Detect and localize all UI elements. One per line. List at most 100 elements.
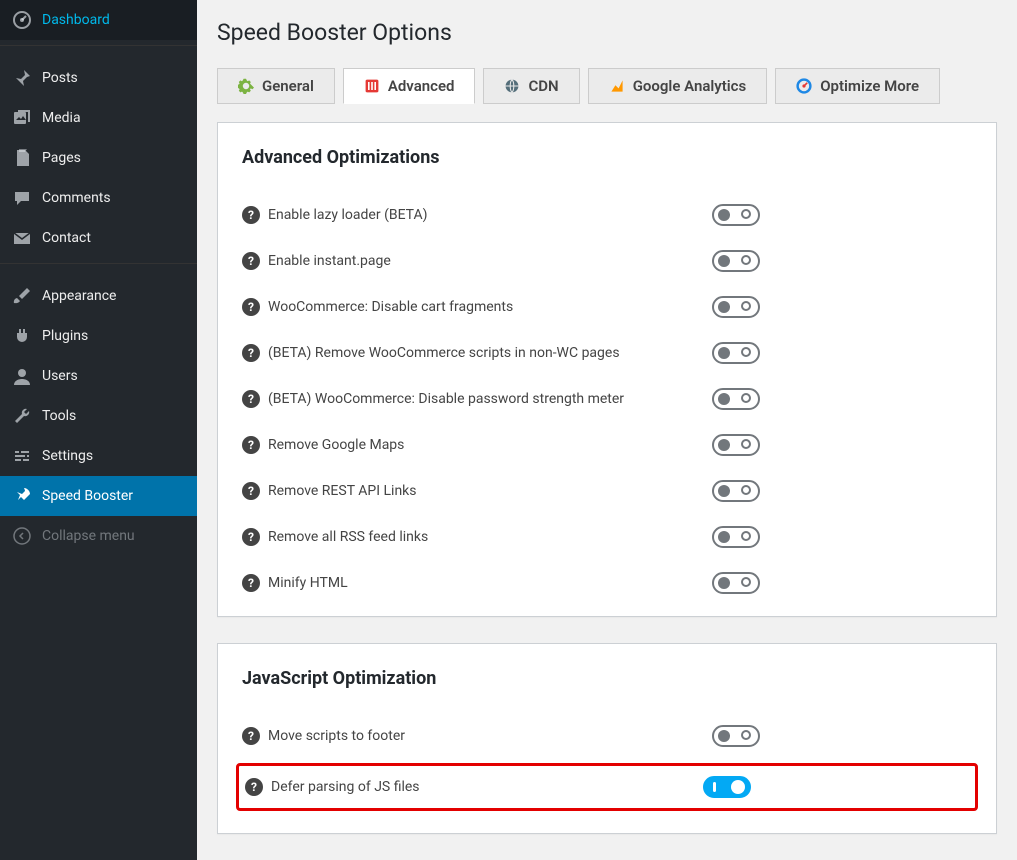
admin-sidebar: Dashboard Posts Media Pages Comments Con… [0,0,197,860]
sidebar-item-collapse[interactable]: Collapse menu [0,516,197,556]
help-icon[interactable]: ? [242,390,260,408]
help-icon[interactable]: ? [245,778,263,796]
option-minify-html: ? Minify HTML [242,560,972,606]
sidebar-item-label: Speed Booster [42,488,133,504]
option-move-scripts-footer: ? Move scripts to footer [242,713,972,759]
tab-label: CDN [528,77,558,95]
sidebar-item-users[interactable]: Users [0,356,197,396]
option-remove-rss-links: ? Remove all RSS feed links [242,514,972,560]
option-remove-rest-links: ? Remove REST API Links [242,468,972,514]
panel-title: JavaScript Optimization [242,668,972,689]
option-label: ? Move scripts to footer [242,727,712,745]
rocket-icon [12,486,32,506]
globe-icon [504,78,520,94]
sidebar-item-posts[interactable]: Posts [0,58,197,98]
option-label: ? Minify HTML [242,574,712,592]
tab-label: Advanced [388,77,455,95]
option-label: ? Remove all RSS feed links [242,528,712,546]
sidebar-item-media[interactable]: Media [0,98,197,138]
help-icon[interactable]: ? [242,252,260,270]
option-text: Enable lazy loader (BETA) [268,207,428,223]
sidebar-item-dashboard[interactable]: Dashboard [0,0,197,40]
option-remove-wc-scripts: ? (BETA) Remove WooCommerce scripts in n… [242,330,972,376]
highlight-defer-js: ? Defer parsing of JS files [236,763,978,811]
option-disable-cart-fragments: ? WooCommerce: Disable cart fragments [242,284,972,330]
sidebar-item-label: Collapse menu [42,528,135,544]
help-icon[interactable]: ? [242,206,260,224]
toggle-remove-rss-links[interactable] [712,526,760,548]
sidebar-item-pages[interactable]: Pages [0,138,197,178]
sliders-icon [364,78,380,94]
toggle-disable-cart-fragments[interactable] [712,296,760,318]
option-label: ? (BETA) Remove WooCommerce scripts in n… [242,344,712,362]
sidebar-item-appearance[interactable]: Appearance [0,276,197,316]
sidebar-item-label: Comments [42,190,111,206]
tab-optimize-more[interactable]: Optimize More [775,68,940,104]
page-title: Speed Booster Options [217,10,997,50]
sidebar-item-label: Dashboard [42,12,110,28]
users-icon [12,366,32,386]
main-content: Speed Booster Options General Advanced C… [197,0,1017,860]
sidebar-item-contact[interactable]: Contact [0,218,197,258]
sidebar-item-label: Posts [42,70,78,86]
option-label: ? Defer parsing of JS files [245,778,703,796]
toggle-remove-google-maps[interactable] [712,434,760,456]
option-label: ? WooCommerce: Disable cart fragments [242,298,712,316]
tab-google-analytics[interactable]: Google Analytics [588,68,768,104]
toggle-remove-wc-scripts[interactable] [712,342,760,364]
option-lazy-loader: ? Enable lazy loader (BETA) [242,192,972,238]
help-icon[interactable]: ? [242,436,260,454]
sidebar-separator [0,45,197,58]
sidebar-item-label: Users [42,368,78,384]
sidebar-item-label: Settings [42,448,93,464]
option-label: ? (BETA) WooCommerce: Disable password s… [242,390,712,408]
help-icon[interactable]: ? [242,528,260,546]
toggle-disable-pw-meter[interactable] [712,388,760,410]
tab-general[interactable]: General [217,68,335,104]
sidebar-item-label: Tools [42,408,76,424]
sidebar-item-settings[interactable]: Settings [0,436,197,476]
sidebar-item-label: Appearance [42,288,116,304]
option-label: ? Remove Google Maps [242,436,712,454]
sidebar-item-plugins[interactable]: Plugins [0,316,197,356]
media-icon [12,108,32,128]
tab-bar: General Advanced CDN Google Analytics Op… [217,68,997,104]
toggle-instant-page[interactable] [712,250,760,272]
sliders-icon [12,446,32,466]
toggle-defer-js[interactable] [703,776,751,798]
sidebar-item-comments[interactable]: Comments [0,178,197,218]
option-label: ? Remove REST API Links [242,482,712,500]
option-text: Enable instant.page [268,253,391,269]
help-icon[interactable]: ? [242,482,260,500]
option-remove-google-maps: ? Remove Google Maps [242,422,972,468]
tab-cdn[interactable]: CDN [483,68,579,104]
panel-advanced-optimizations: Advanced Optimizations ? Enable lazy loa… [217,122,997,617]
panel-title: Advanced Optimizations [242,147,972,168]
tab-label: General [262,77,314,95]
panel-javascript-optimization: JavaScript Optimization ? Move scripts t… [217,643,997,834]
toggle-move-scripts-footer[interactable] [712,725,760,747]
sidebar-item-label: Plugins [42,328,88,344]
sidebar-separator [0,263,197,276]
sidebar-item-label: Media [42,110,81,126]
sidebar-item-label: Pages [42,150,81,166]
help-icon[interactable]: ? [242,574,260,592]
toggle-minify-html[interactable] [712,572,760,594]
option-text: Remove REST API Links [268,483,417,499]
option-text: (BETA) WooCommerce: Disable password str… [268,391,624,407]
sidebar-item-speed-booster[interactable]: Speed Booster [0,476,197,516]
option-label: ? Enable instant.page [242,252,712,270]
gear-icon [238,78,254,94]
option-text: (BETA) Remove WooCommerce scripts in non… [268,345,620,361]
toggle-lazy-loader[interactable] [712,204,760,226]
help-icon[interactable]: ? [242,344,260,362]
help-icon[interactable]: ? [242,298,260,316]
sidebar-item-tools[interactable]: Tools [0,396,197,436]
option-disable-pw-meter: ? (BETA) WooCommerce: Disable password s… [242,376,972,422]
toggle-remove-rest-links[interactable] [712,480,760,502]
help-icon[interactable]: ? [242,727,260,745]
option-text: Remove Google Maps [268,437,404,453]
plug-icon [12,326,32,346]
tab-advanced[interactable]: Advanced [343,68,476,104]
tab-label: Google Analytics [633,77,747,95]
